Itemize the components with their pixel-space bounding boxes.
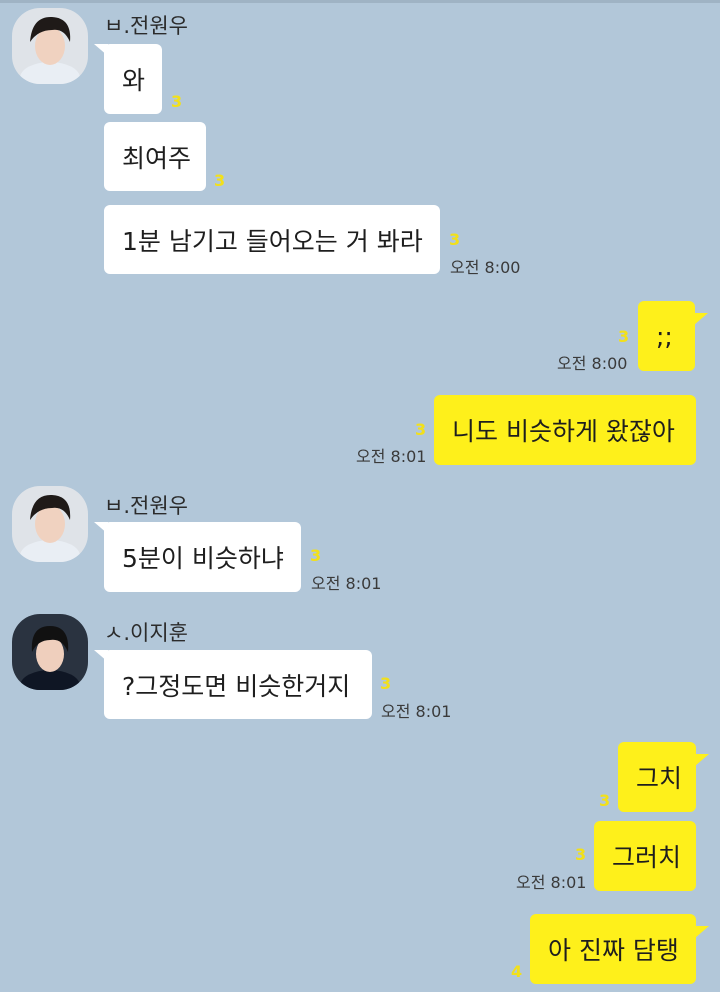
- message-time: 오전 8:01: [356, 447, 427, 466]
- top-divider: [0, 0, 720, 3]
- unread-count: 4: [511, 962, 523, 981]
- unread-count: 3: [171, 92, 183, 111]
- message-bubble[interactable]: 아 진짜 담탱: [530, 914, 696, 984]
- sender-name: ㅂ.전원우: [104, 494, 188, 518]
- message-bubble[interactable]: 니도 비슷하게 왔잖아: [434, 395, 696, 465]
- unread-count: 3: [415, 420, 427, 439]
- sender-name: ㅅ.이지훈: [104, 621, 188, 645]
- unread-count: 3: [618, 327, 630, 346]
- unread-count: 3: [310, 546, 322, 565]
- message-time: 오전 8:01: [311, 574, 382, 593]
- unread-count: 3: [599, 791, 611, 810]
- sender-name: ㅂ.전원우: [104, 14, 188, 38]
- unread-count: 3: [449, 230, 461, 249]
- message-bubble[interactable]: 1분 남기고 들어오는 거 봐라: [104, 205, 440, 274]
- avatar-wonwoo[interactable]: [12, 8, 88, 84]
- message-time: 오전 8:00: [450, 258, 521, 277]
- unread-count: 3: [575, 845, 587, 864]
- avatar-wonwoo[interactable]: [12, 486, 88, 562]
- message-bubble[interactable]: ;;: [638, 301, 695, 371]
- unread-count: 3: [380, 674, 392, 693]
- bubble-tail: [695, 754, 709, 766]
- message-bubble[interactable]: 5분이 비슷하냐: [104, 522, 301, 592]
- message-time: 오전 8:01: [381, 702, 452, 721]
- unread-count: 3: [214, 171, 226, 190]
- message-time: 오전 8:01: [516, 873, 587, 892]
- message-bubble[interactable]: 최여주: [104, 122, 206, 191]
- message-bubble[interactable]: 그치: [618, 742, 696, 812]
- message-bubble[interactable]: 그러치: [594, 821, 696, 891]
- message-bubble[interactable]: ?그정도면 비슷한거지: [104, 650, 372, 719]
- bubble-tail: [694, 313, 708, 325]
- avatar-jihoon[interactable]: [12, 614, 88, 690]
- message-bubble[interactable]: 와: [104, 44, 162, 114]
- bubble-tail: [695, 926, 709, 938]
- message-time: 오전 8:00: [557, 354, 628, 373]
